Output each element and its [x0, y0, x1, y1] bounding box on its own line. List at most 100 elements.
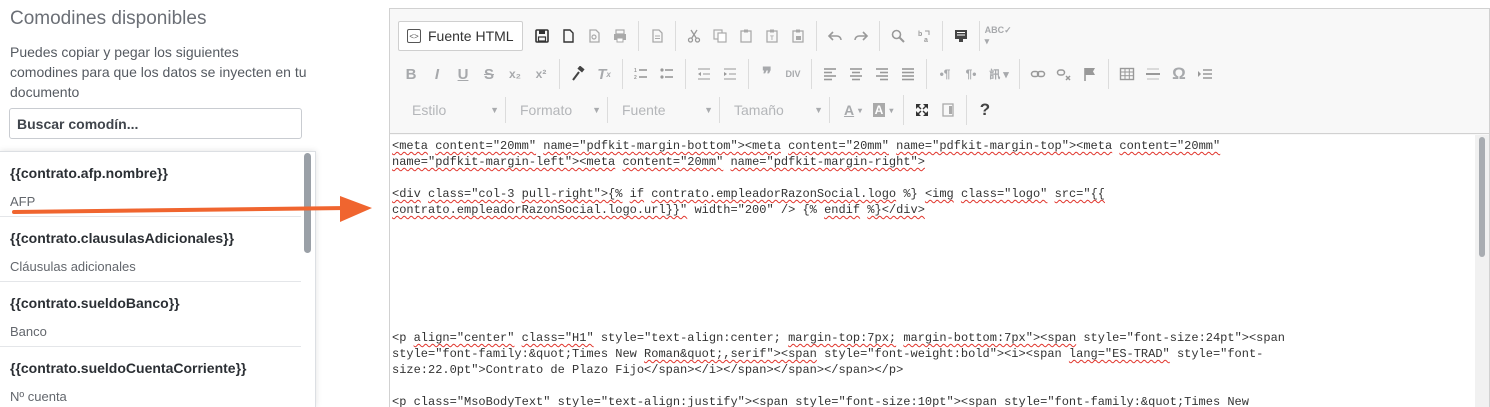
chevron-down-icon: ▼: [704, 105, 713, 115]
wildcard-code: {{contrato.sueldoCuentaCorriente}}: [10, 360, 247, 376]
list-item[interactable]: {{contrato.sueldoBanco}} Banco: [0, 282, 301, 347]
list-group: 12: [628, 59, 686, 89]
special-char-icon[interactable]: Ω: [1166, 61, 1192, 87]
help-icon[interactable]: ?: [972, 97, 998, 123]
align-group: [817, 59, 927, 89]
svg-text:b: b: [918, 31, 922, 38]
underline-icon[interactable]: U: [450, 61, 476, 87]
bulleted-list-icon[interactable]: [654, 61, 680, 87]
panel-description: Puedes copiar y pegar los siguientes com…: [10, 44, 307, 100]
select-group: [948, 21, 980, 51]
chevron-down-icon: ▼: [490, 105, 499, 115]
select-all-icon[interactable]: [948, 23, 974, 49]
toolbar-row-3: Estilo ▼ Formato ▼ Fuente ▼ Tamaño ▼ A ▾…: [398, 95, 1008, 125]
code-line: <p class="MsoBodyText" style="text-align…: [392, 395, 1249, 407]
align-left-icon[interactable]: [817, 61, 843, 87]
font-combo[interactable]: Fuente ▼: [608, 97, 720, 123]
svg-text:2: 2: [634, 75, 637, 81]
template-group: [644, 21, 676, 51]
block-group: ❞ DIV: [754, 59, 812, 89]
direction-group: •¶ ¶• 訊 ▾: [932, 59, 1020, 89]
search-wildcard-input[interactable]: [9, 108, 302, 139]
svg-text:1: 1: [634, 68, 637, 74]
print-icon[interactable]: [607, 23, 633, 49]
numbered-list-icon[interactable]: 12: [628, 61, 654, 87]
paste-text-icon[interactable]: T: [759, 23, 785, 49]
templates-icon[interactable]: [644, 23, 670, 49]
anchor-flag-icon[interactable]: [1077, 61, 1103, 87]
remove-format-icon[interactable]: Tx: [591, 61, 617, 87]
save-icon[interactable]: [529, 23, 555, 49]
view-group: [909, 95, 967, 125]
code-line: style="font-family:&quot;Times New Roman…: [392, 347, 1264, 361]
wildcard-code: {{contrato.clausulasAdicionales}}: [10, 230, 235, 246]
toolbar-row-2: B I U S x₂ x² Tx 12 ❞ DIV •¶ ¶• 訊 ▾ Ω: [398, 59, 1228, 89]
horizontal-line-icon[interactable]: [1140, 61, 1166, 87]
chevron-down-icon: ▼: [592, 105, 601, 115]
align-right-icon[interactable]: [869, 61, 895, 87]
ltr-icon[interactable]: •¶: [932, 61, 958, 87]
preview-icon[interactable]: [581, 23, 607, 49]
style-combo[interactable]: Estilo ▼: [398, 97, 506, 123]
replace-icon[interactable]: ba: [911, 23, 937, 49]
copy-format-icon[interactable]: [565, 61, 591, 87]
svg-text:T: T: [770, 36, 774, 42]
list-scrollbar[interactable]: [304, 153, 311, 253]
paste-word-icon[interactable]: [785, 23, 811, 49]
wildcards-panel: Comodines disponibles Puedes copiar y pe…: [0, 0, 390, 407]
rtl-icon[interactable]: ¶•: [958, 61, 984, 87]
chevron-down-icon: ▼: [814, 105, 823, 115]
wildcard-list[interactable]: {{contrato.afp.nombre}} AFP {{contrato.c…: [0, 151, 316, 407]
bold-icon[interactable]: B: [398, 61, 424, 87]
page-break-icon[interactable]: [1192, 61, 1218, 87]
align-center-icon[interactable]: [843, 61, 869, 87]
new-page-icon[interactable]: [555, 23, 581, 49]
source-html-button[interactable]: <> Fuente HTML: [398, 21, 523, 51]
spellcheck-icon[interactable]: ABC✓ ▾: [985, 23, 1019, 49]
outdent-icon[interactable]: [691, 61, 717, 87]
wildcard-label: Cláusulas adicionales: [10, 259, 136, 274]
insert-group: Ω: [1114, 59, 1223, 89]
bg-color-icon[interactable]: A ▾: [868, 97, 898, 123]
language-icon[interactable]: 訊 ▾: [984, 61, 1014, 87]
table-icon[interactable]: [1114, 61, 1140, 87]
link-group: [1025, 59, 1109, 89]
unlink-icon[interactable]: [1051, 61, 1077, 87]
panel-title: Comodines disponibles: [10, 8, 207, 29]
size-combo[interactable]: Tamaño ▼: [720, 97, 830, 123]
source-code-area[interactable]: <meta content="20mm" name="pdfkit-margin…: [390, 135, 1476, 407]
strike-icon[interactable]: S: [476, 61, 502, 87]
show-blocks-icon[interactable]: [935, 97, 961, 123]
list-item[interactable]: {{contrato.clausulasAdicionales}} Cláusu…: [0, 217, 301, 282]
wildcard-label: AFP: [10, 194, 36, 209]
list-item[interactable]: {{contrato.sueldoCuentaCorriente}} Nº cu…: [0, 347, 301, 407]
link-icon[interactable]: [1025, 61, 1051, 87]
editor-scrollbar-thumb[interactable]: [1479, 137, 1485, 257]
indent-icon[interactable]: [717, 61, 743, 87]
cut-icon[interactable]: [681, 23, 707, 49]
find-group: ba: [885, 21, 943, 51]
list-item[interactable]: {{contrato.afp.nombre}} AFP: [0, 152, 301, 217]
maximize-icon[interactable]: [909, 97, 935, 123]
paste-icon[interactable]: [733, 23, 759, 49]
undo-icon[interactable]: [822, 23, 848, 49]
format-combo[interactable]: Formato ▼: [506, 97, 608, 123]
find-icon[interactable]: [885, 23, 911, 49]
create-div-icon[interactable]: DIV: [780, 61, 806, 87]
editor-scrollbar[interactable]: [1475, 135, 1489, 407]
justify-icon[interactable]: [895, 61, 921, 87]
italic-icon[interactable]: I: [424, 61, 450, 87]
text-color-icon[interactable]: A ▾: [838, 97, 868, 123]
basic-styles-group: B I U S x₂ x²: [398, 59, 560, 89]
blockquote-icon[interactable]: ❞: [754, 61, 780, 87]
subscript-icon[interactable]: x₂: [502, 61, 528, 87]
copy-icon[interactable]: [707, 23, 733, 49]
wildcard-code: {{contrato.sueldoBanco}}: [10, 295, 180, 311]
redo-icon[interactable]: [848, 23, 874, 49]
superscript-icon[interactable]: x²: [528, 61, 554, 87]
